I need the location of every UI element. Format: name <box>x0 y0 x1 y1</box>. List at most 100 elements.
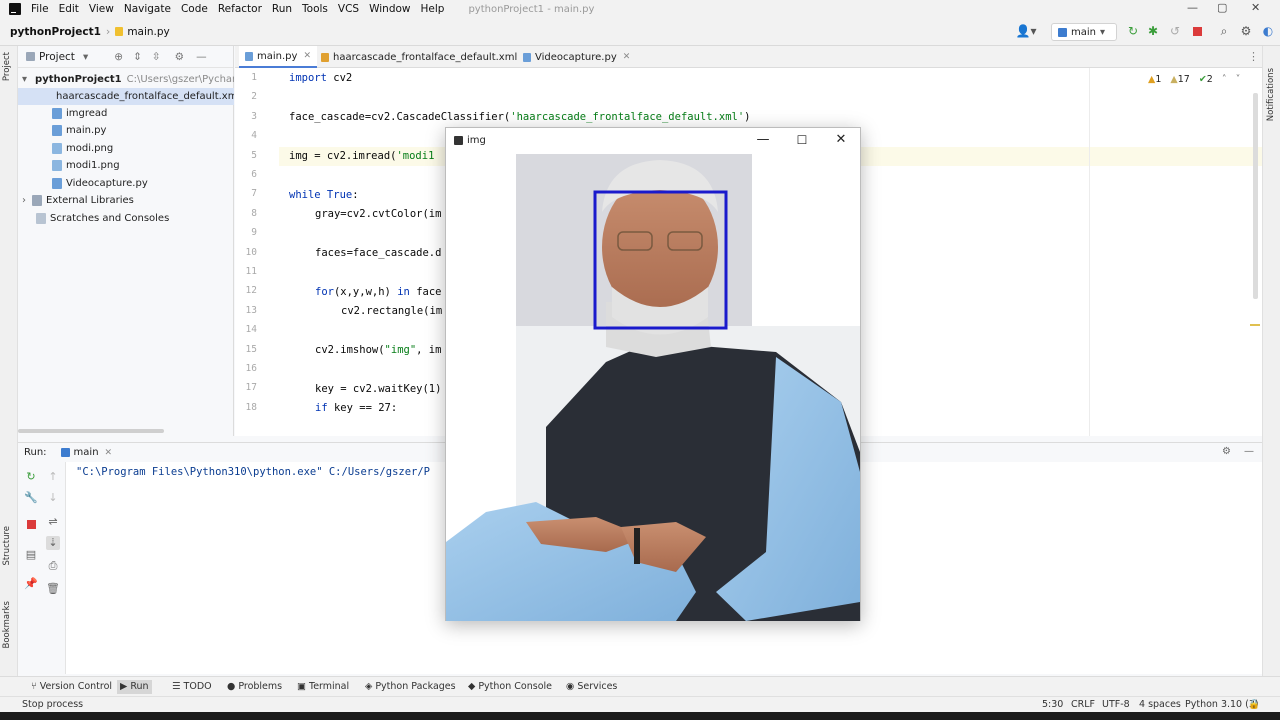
user-icon[interactable]: 👤▾ <box>1014 24 1038 38</box>
python-file-icon <box>245 51 253 61</box>
code-line-15: cv2.imshow("img", im <box>315 344 441 356</box>
close-tab-icon[interactable]: ✕ <box>105 448 113 458</box>
wrench-icon[interactable]: 🔧 <box>24 491 38 505</box>
tree-root[interactable]: ▾ pythonProject1 C:\Users\gszer\Pycharm <box>18 71 234 88</box>
tab-version-control[interactable]: ⑂ Version Control <box>28 680 115 694</box>
pycharm-logo-icon <box>9 3 21 15</box>
tree-item-imgread[interactable]: imgread <box>18 105 234 122</box>
maximize-icon[interactable]: ☐ <box>793 131 811 149</box>
run-toolbar: ↻ ↑ 🔧 ↓ ⇌ ⇣ ▤ ⎙ 📌 🗑 <box>18 462 66 674</box>
close-tab-icon[interactable]: ✕ <box>303 51 311 61</box>
indent-setting[interactable]: 4 spaces <box>1139 699 1181 710</box>
menu-vcs[interactable]: VCS <box>338 3 359 15</box>
print-icon[interactable]: ⎙ <box>46 559 60 573</box>
tree-item-haarcascade[interactable]: haarcascade_frontalface_default.xml <box>18 88 234 105</box>
warning-stripe-marker[interactable] <box>1250 324 1260 326</box>
arrow-up-icon[interactable]: ↑ <box>46 470 60 484</box>
minimize-icon[interactable]: — <box>1187 1 1198 14</box>
menu-run[interactable]: Run <box>272 3 292 15</box>
scroll-to-end-icon[interactable]: ⇣ <box>46 536 60 550</box>
breadcrumb-project[interactable]: pythonProject1 <box>10 26 101 38</box>
line-separator[interactable]: CRLF <box>1071 699 1095 710</box>
code-text: key = cv2.waitKey(1) <box>315 383 442 395</box>
scratches-icon <box>36 213 46 224</box>
maximize-icon[interactable]: ▢ <box>1217 1 1227 14</box>
collapse-all-icon[interactable]: ⇕ <box>133 51 142 63</box>
caret-position[interactable]: 5:30 <box>1042 699 1063 710</box>
tab-todo[interactable]: ☰ TODO <box>169 680 215 694</box>
tree-external-libraries[interactable]: › External Libraries <box>18 192 234 209</box>
pin-icon[interactable]: 📌 <box>24 577 38 591</box>
image-window-titlebar[interactable]: img — ☐ ✕ <box>446 128 860 152</box>
gear-icon[interactable]: ⚙ <box>175 51 184 63</box>
search-icon[interactable]: ⌕ <box>1217 24 1231 38</box>
chevron-up-icon[interactable]: ˄ <box>1222 74 1227 85</box>
layout-icon[interactable]: ▤ <box>24 548 38 562</box>
tab-terminal[interactable]: ▣ Terminal <box>294 680 352 694</box>
inspection-widget[interactable]: ▲1 ▲17 ✔2 ˄ ˅ <box>1148 74 1240 85</box>
hide-panel-icon[interactable]: — <box>196 51 207 63</box>
code-text: : <box>352 189 359 201</box>
chevron-down-icon[interactable]: ▾ <box>83 51 88 63</box>
arrow-down-icon[interactable]: ↓ <box>46 491 60 505</box>
update-icon[interactable]: ◐ <box>1261 24 1275 38</box>
debug-icon[interactable]: ✱ <box>1146 24 1160 38</box>
tree-scratches[interactable]: Scratches and Consoles <box>18 210 234 227</box>
run-config-selector[interactable]: main ▾ <box>1051 23 1117 41</box>
close-tab-icon[interactable]: ✕ <box>623 52 631 62</box>
hide-panel-icon[interactable]: — <box>1244 446 1254 457</box>
tree-item-modi1-png[interactable]: modi1.png <box>18 157 234 174</box>
project-panel-title[interactable]: Project <box>39 51 75 63</box>
tab-run[interactable]: ▶ Run <box>117 680 152 694</box>
menu-edit[interactable]: Edit <box>59 3 79 15</box>
menu-navigate[interactable]: Navigate <box>124 3 171 15</box>
more-options-icon[interactable]: ⋮ <box>1248 50 1259 63</box>
menu-window[interactable]: Window <box>369 3 410 15</box>
expand-all-icon[interactable]: ⇳ <box>152 51 161 63</box>
tree-item-videocapture[interactable]: Videocapture.py <box>18 175 234 192</box>
rerun-icon[interactable]: ↻ <box>24 470 38 484</box>
stop-icon[interactable] <box>1190 24 1204 38</box>
trash-icon[interactable]: 🗑 <box>46 582 60 596</box>
image-window[interactable]: img — ☐ ✕ <box>445 127 861 621</box>
minimize-icon[interactable]: — <box>754 131 772 149</box>
project-tool-label[interactable]: Project <box>2 52 12 81</box>
tab-services[interactable]: ◉ Services <box>563 680 620 694</box>
gear-icon[interactable]: ⚙ <box>1239 24 1253 38</box>
close-icon[interactable]: ✕ <box>832 131 850 149</box>
horizontal-scrollbar[interactable] <box>18 429 164 433</box>
tree-item-modi-png[interactable]: modi.png <box>18 140 234 157</box>
tab-problems[interactable]: ● Problems <box>224 680 285 694</box>
tab-python-packages[interactable]: ◈ Python Packages <box>362 680 459 694</box>
gear-icon[interactable]: ⚙ <box>1222 446 1231 457</box>
menu-help[interactable]: Help <box>421 3 445 15</box>
coverage-icon[interactable]: ↺ <box>1168 24 1182 38</box>
lock-icon[interactable]: 🔒 <box>1248 699 1260 710</box>
line-number-gutter: 1 2 3 4 5 6 7 8 9 10 11 12 13 14 15 16 17 18 <box>235 68 279 436</box>
menu-file[interactable]: File <box>31 3 49 15</box>
menu-code[interactable]: Code <box>181 3 208 15</box>
bookmarks-tool-label[interactable]: Bookmarks <box>2 601 12 649</box>
menu-tools[interactable]: Tools <box>302 3 328 15</box>
line-number: 2 <box>251 91 257 103</box>
tab-python-console[interactable]: ◆ Python Console <box>465 680 555 694</box>
chevron-down-icon[interactable]: ˅ <box>1236 74 1241 85</box>
file-encoding[interactable]: UTF-8 <box>1102 699 1130 710</box>
soft-wrap-icon[interactable]: ⇌ <box>46 515 60 529</box>
tab-haarcascade[interactable]: haarcascade_frontalface_default.xml ✕ <box>315 46 537 68</box>
run-config-tab[interactable]: main <box>74 447 99 458</box>
rerun-icon[interactable]: ↻ <box>1126 24 1140 38</box>
locate-icon[interactable]: ⊕ <box>114 51 123 63</box>
close-icon[interactable]: ✕ <box>1251 1 1260 14</box>
notifications-tool-label[interactable]: Notifications <box>1266 68 1276 121</box>
structure-tool-label[interactable]: Structure <box>2 526 12 566</box>
tab-main-py[interactable]: main.py ✕ <box>239 46 317 68</box>
tree-item-main-py[interactable]: main.py <box>18 122 234 139</box>
menu-view[interactable]: View <box>89 3 114 15</box>
menu-refactor[interactable]: Refactor <box>218 3 262 15</box>
breadcrumb-file[interactable]: main.py <box>127 26 169 38</box>
editor-scrollbar[interactable] <box>1253 93 1258 299</box>
stop-icon[interactable] <box>24 519 38 533</box>
tab-videocapture[interactable]: Videocapture.py ✕ <box>517 46 636 68</box>
tab-label: Python Console <box>478 681 552 692</box>
